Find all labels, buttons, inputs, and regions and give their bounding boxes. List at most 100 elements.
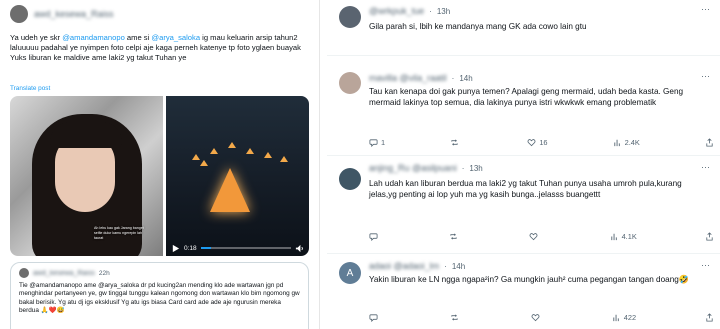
- post-text-part: ame si: [124, 33, 152, 42]
- volume-icon[interactable]: [295, 244, 304, 253]
- mention-link[interactable]: @arya_saloka: [151, 33, 200, 42]
- lantern: [200, 160, 208, 166]
- more-icon[interactable]: ···: [701, 260, 710, 270]
- video-progress[interactable]: [200, 247, 291, 249]
- share-button[interactable]: [705, 232, 714, 241]
- views-count: 4.1K: [621, 232, 637, 241]
- photo-caption: Ah lebu kau gak Jarang banget selfie dul…: [94, 226, 144, 240]
- reply-header: anjing_Ru @asilpuani · 13h: [369, 163, 483, 173]
- selfie-photo[interactable]: Ah lebu kau gak Jarang banget selfie dul…: [10, 96, 163, 256]
- reply-text: Tau kan kenapa doi gak punya temen? Apal…: [369, 87, 684, 107]
- action-bar: 1 16 2.4K: [369, 138, 714, 147]
- lantern: [246, 148, 254, 154]
- avatar[interactable]: [339, 6, 361, 28]
- reply-handle[interactable]: anjing_Ru @asilpuani: [369, 163, 457, 173]
- share-button[interactable]: [705, 313, 714, 322]
- reply-item[interactable]: @wrkpuk_tue · 13h ··· Gila parah si, lbi…: [327, 0, 720, 56]
- lantern: [210, 148, 218, 154]
- views-button[interactable]: 4.1K: [610, 232, 637, 241]
- reply-handle[interactable]: mavilla @vila_raatil: [369, 73, 447, 83]
- lantern-large: [210, 168, 250, 212]
- quoted-author: awd_kesewa_Raiss: [33, 269, 95, 277]
- reply-item[interactable]: A adaoi @adaoi_lm · 14h ··· Yakin libura…: [327, 256, 720, 329]
- like-button[interactable]: [529, 232, 541, 241]
- reply-time[interactable]: 14h: [459, 74, 472, 83]
- media-grid: Ah lebu kau gak Jarang banget selfie dul…: [10, 96, 309, 256]
- reply-text: Lah udah kan liburan berdua ma laki2 yg …: [369, 179, 682, 199]
- repost-icon: [451, 314, 458, 321]
- reply-item[interactable]: mavilla @vila_raatil · 14h ··· Tau kan k…: [327, 66, 720, 156]
- share-button[interactable]: [705, 138, 714, 147]
- reply-button[interactable]: 1: [369, 138, 385, 147]
- reply-text: Yakin liburan ke LN ngga ngapa²in? Ga mu…: [369, 275, 690, 284]
- share-icon: [706, 313, 713, 322]
- repost-button[interactable]: [449, 232, 461, 241]
- author-name[interactable]: awd_kesewa_Raiss: [34, 9, 114, 19]
- lantern: [280, 156, 288, 162]
- post-text-part: Yuks liburan ke maldive ame laki2 yg tak…: [10, 53, 187, 62]
- reply-header: @wrkpuk_tue · 13h: [369, 6, 451, 16]
- action-bar: 422: [369, 313, 714, 322]
- video-time: 0:18: [184, 244, 197, 252]
- reply-icon: [369, 314, 378, 322]
- reply-time[interactable]: 13h: [469, 164, 482, 173]
- main-post: awd_kesewa_Raiss Ya udeh ye skr @amandam…: [0, 0, 320, 329]
- like-button[interactable]: 16: [527, 138, 548, 147]
- like-icon: [531, 314, 540, 322]
- reply-icon: [369, 139, 378, 147]
- more-icon[interactable]: ···: [701, 162, 710, 172]
- quoted-post-header: awd_kesewa_Raiss 22h: [19, 267, 300, 279]
- reply-item[interactable]: anjing_Ru @asilpuani · 13h ··· Lah udah …: [327, 158, 720, 254]
- views-button[interactable]: 2.4K: [613, 138, 640, 147]
- like-button[interactable]: [531, 313, 543, 322]
- more-icon[interactable]: ···: [701, 4, 710, 14]
- views-count: 2.4K: [624, 138, 640, 147]
- more-icon[interactable]: ···: [701, 71, 710, 81]
- quoted-post[interactable]: awd_kesewa_Raiss 22h Tie @amandamanopo a…: [10, 262, 309, 329]
- repost-button[interactable]: [450, 138, 462, 147]
- views-icon: [613, 314, 619, 322]
- avatar: [19, 268, 29, 278]
- quoted-time: 22h: [98, 269, 110, 277]
- video-progress-fill: [200, 247, 212, 249]
- lantern: [228, 142, 236, 148]
- post-text-part: Ya udeh ye skr: [10, 33, 63, 42]
- views-icon: [610, 233, 617, 241]
- translate-link[interactable]: Translate post: [10, 85, 50, 92]
- reply-header: mavilla @vila_raatil · 14h: [369, 73, 473, 83]
- play-icon[interactable]: [171, 244, 180, 253]
- like-count: 16: [539, 138, 548, 147]
- replies-list: @wrkpuk_tue · 13h ··· Gila parah si, lbi…: [327, 0, 720, 329]
- avatar[interactable]: [339, 168, 361, 190]
- repost-icon: [451, 139, 458, 146]
- reply-button[interactable]: [369, 313, 381, 322]
- repost-button[interactable]: [450, 313, 462, 322]
- avatar[interactable]: [339, 72, 361, 94]
- photo-bangs-shape: [50, 122, 122, 148]
- like-icon: [527, 139, 536, 147]
- mention-link[interactable]: @amandamanopo: [62, 33, 125, 42]
- video-player[interactable]: 0:18: [166, 96, 309, 256]
- avatar[interactable]: [10, 5, 28, 23]
- avatar[interactable]: A: [339, 262, 361, 284]
- reply-handle[interactable]: @wrkpuk_tue: [369, 6, 424, 16]
- reply-button[interactable]: [369, 232, 381, 241]
- views-count: 422: [623, 313, 637, 322]
- reply-text: Gila parah si, lbih ke mandanya mang GK …: [369, 22, 587, 31]
- reply-time[interactable]: 14h: [452, 262, 465, 271]
- lantern: [192, 154, 200, 160]
- reply-handle[interactable]: adaoi @adaoi_lm: [369, 261, 439, 271]
- avatar-letter: A: [346, 267, 354, 279]
- like-icon: [529, 233, 538, 241]
- lantern: [264, 152, 272, 158]
- reply-count: 1: [381, 138, 386, 147]
- action-bar: 4.1K: [369, 232, 714, 241]
- post-text: Ya udeh ye skr @amandamanopo ame si @ary…: [10, 33, 315, 63]
- video-controls: 0:18: [166, 240, 309, 256]
- reply-icon: [369, 233, 378, 241]
- views-button[interactable]: 422: [612, 313, 636, 322]
- quoted-text: Tie @amandamanopo ame @arya_saloka dr pd…: [19, 282, 300, 315]
- views-icon: [613, 139, 620, 147]
- reply-time[interactable]: 13h: [437, 7, 450, 16]
- reply-header: adaoi @adaoi_lm · 14h: [369, 261, 466, 271]
